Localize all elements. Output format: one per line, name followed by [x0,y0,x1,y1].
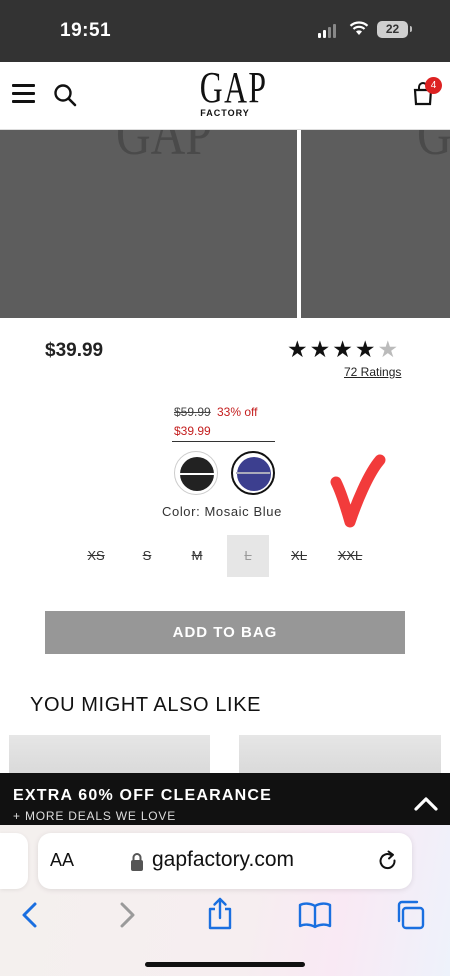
product-image-next[interactable]: GAP [301,130,450,318]
sale-price: $39.99 [174,424,211,438]
recommendation-card[interactable] [9,735,210,775]
previous-tab-preview[interactable] [0,833,28,889]
logo-text: GAP [199,63,268,112]
shirt-print-graphic: GAP [116,130,213,167]
reload-icon[interactable] [377,850,399,872]
address-bar[interactable]: AA gapfactory.com [38,833,412,889]
status-bar: 19:51 22 [0,0,450,62]
size-option-xxl[interactable]: XXL [329,535,371,577]
promo-subtitle: + MORE DEALS WE LOVE [13,809,177,823]
forward-arrow-icon[interactable] [117,901,137,929]
divider [172,441,275,442]
star-icon: ★ [309,336,333,362]
shirt-print-graphic: GAP [417,130,450,167]
swatch-stripe [236,472,270,474]
battery-icon: 22 [377,21,412,38]
url-text: gapfactory.com [152,848,295,871]
discount-percent: 33% off [217,405,258,419]
star-icon: ★ [354,336,378,362]
lock-icon [131,853,143,871]
swatch-stripe [178,473,216,475]
original-price: $59.99 [174,405,211,419]
red-checkmark-annotation [330,454,386,528]
size-option-xl[interactable]: XL [278,535,320,577]
swatch-fill [237,457,271,491]
bookmarks-icon[interactable] [298,901,332,929]
recommendation-card[interactable] [239,735,441,775]
gap-factory-logo[interactable]: GAP FACTORY [190,63,268,119]
color-swatch-mosaic-blue[interactable] [231,451,275,495]
star-icon: ★ [332,336,355,362]
cellular-signal-icon [318,24,336,38]
status-time: 19:51 [60,20,112,41]
share-icon[interactable] [206,897,234,931]
color-label: Color: Mosaic Blue [162,504,282,519]
browser-chrome: AA gapfactory.com [0,825,450,976]
section-heading: YOU MIGHT ALSO LIKE [30,694,262,716]
home-indicator[interactable] [145,962,305,967]
promo-title: EXTRA 60% OFF CLEARANCE [13,787,273,804]
hamburger-menu-icon[interactable] [12,84,35,104]
product-price: $39.99 [45,340,104,361]
text-size-button[interactable]: AA [50,850,74,871]
back-arrow-icon[interactable] [20,901,40,929]
wifi-icon [349,21,369,35]
color-swatch-black[interactable] [174,451,218,495]
site-header: GAP FACTORY 4 [0,62,450,130]
star-icon: ★ [287,336,310,362]
chevron-up-icon[interactable] [414,795,438,811]
promo-banner[interactable]: EXTRA 60% OFF CLEARANCE + MORE DEALS WE … [0,773,450,825]
size-option-s[interactable]: S [126,535,168,577]
star-rating[interactable]: ★★★★★ [287,336,400,363]
ratings-link[interactable]: 72 Ratings [344,365,401,379]
search-icon[interactable] [53,83,77,107]
size-option-l[interactable]: L [227,535,269,577]
half-star-icon: ★ [377,336,401,362]
product-image[interactable]: GAP [0,130,297,318]
tabs-icon[interactable] [394,900,426,930]
bag-count-badge: 4 [425,77,442,94]
product-image-gallery[interactable]: GAP GAP [0,130,450,318]
size-option-m[interactable]: M [176,535,218,577]
size-option-xs[interactable]: XS [75,535,117,577]
add-to-bag-button[interactable]: ADD TO BAG [45,611,405,654]
